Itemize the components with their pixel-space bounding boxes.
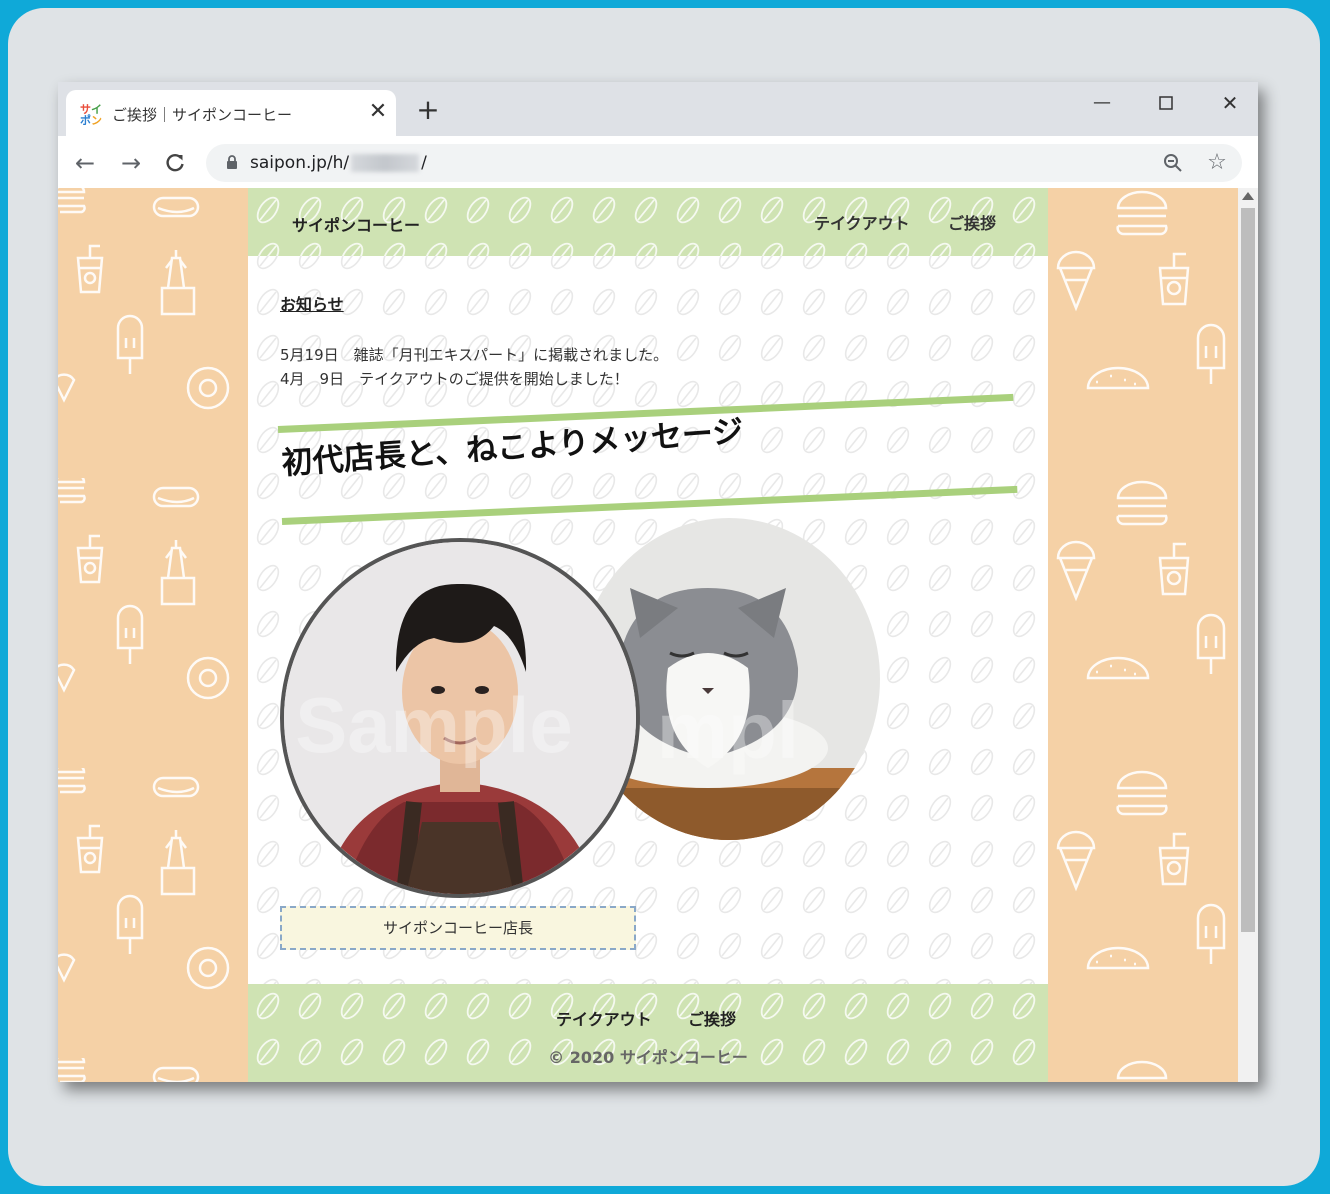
tab-title: ご挨拶｜サイポンコーヒー: [112, 106, 293, 124]
watermark-text: Sample: [295, 681, 572, 769]
reload-button[interactable]: [160, 148, 190, 178]
address-bar[interactable]: saipon.jp/h/ / ☆: [206, 144, 1242, 182]
nav-greeting[interactable]: ご挨拶: [948, 210, 996, 234]
footer-nav-takeout[interactable]: テイクアウト: [556, 1006, 652, 1030]
zoom-out-icon[interactable]: [1162, 152, 1184, 174]
url-text[interactable]: saipon.jp/h/ /: [250, 153, 427, 173]
forward-button[interactable]: →: [116, 148, 146, 178]
maximize-button[interactable]: [1146, 88, 1186, 118]
copyright-text: © 2020 サイポンコーヒー: [548, 1048, 748, 1067]
browser-window: サイ ポン ご挨拶｜サイポンコーヒー ✕ + — ✕ ← → saipon.jp/…: [58, 82, 1258, 1082]
news-heading[interactable]: お知らせ: [280, 291, 344, 315]
vertical-scrollbar[interactable]: [1238, 188, 1258, 1082]
main-page: サイポンコーヒー テイクアウト ご挨拶 お知らせ 5月19日 雑誌「月刊エキスパ…: [248, 188, 1048, 1082]
right-food-pattern: [1048, 188, 1238, 1082]
scroll-up-arrow-icon[interactable]: [1242, 192, 1254, 200]
browser-tab[interactable]: サイ ポン ご挨拶｜サイポンコーヒー ✕: [66, 90, 396, 136]
back-button[interactable]: ←: [70, 148, 100, 178]
page-viewport: サイポンコーヒー テイクアウト ご挨拶 お知らせ 5月19日 雑誌「月刊エキスパ…: [58, 188, 1258, 1082]
window-close-button[interactable]: ✕: [1210, 88, 1250, 118]
news-item: 5月19日 雑誌「月刊エキスパート」に掲載されました。: [280, 346, 669, 364]
minimize-button[interactable]: —: [1082, 88, 1122, 118]
photo-caption: サイポンコーヒー店長: [280, 906, 636, 950]
url-suffix: /: [421, 153, 427, 173]
bookmark-star-icon[interactable]: ☆: [1204, 150, 1230, 176]
left-food-pattern: [58, 188, 248, 1082]
site-brand-logo[interactable]: サイポンコーヒー: [292, 212, 420, 236]
browser-toolbar: ← → saipon.jp/h/ / ☆: [58, 136, 1258, 188]
title-bar: サイ ポン ご挨拶｜サイポンコーヒー ✕ + — ✕: [58, 82, 1258, 136]
lock-icon: [227, 155, 237, 169]
url-host: saipon.jp/h/: [250, 153, 350, 173]
nav-takeout[interactable]: テイクアウト: [814, 210, 910, 234]
footer-nav-greeting[interactable]: ご挨拶: [688, 1006, 736, 1030]
new-tab-button[interactable]: +: [414, 96, 442, 124]
site-header: サイポンコーヒー テイクアウト ご挨拶: [248, 188, 1048, 256]
scrollbar-thumb[interactable]: [1241, 208, 1255, 932]
site-favicon-icon: サイ ポン: [80, 103, 102, 127]
site-footer: テイクアウト ご挨拶 © 2020 サイポンコーヒー: [248, 984, 1048, 1082]
url-redacted: [351, 154, 420, 172]
tab-close-icon[interactable]: ✕: [366, 100, 390, 124]
news-item: 4月 9日 テイクアウトのご提供を開始しました！: [280, 370, 629, 388]
svg-text:mpl: mpl: [657, 686, 799, 775]
manager-photo: Sample: [280, 538, 640, 898]
